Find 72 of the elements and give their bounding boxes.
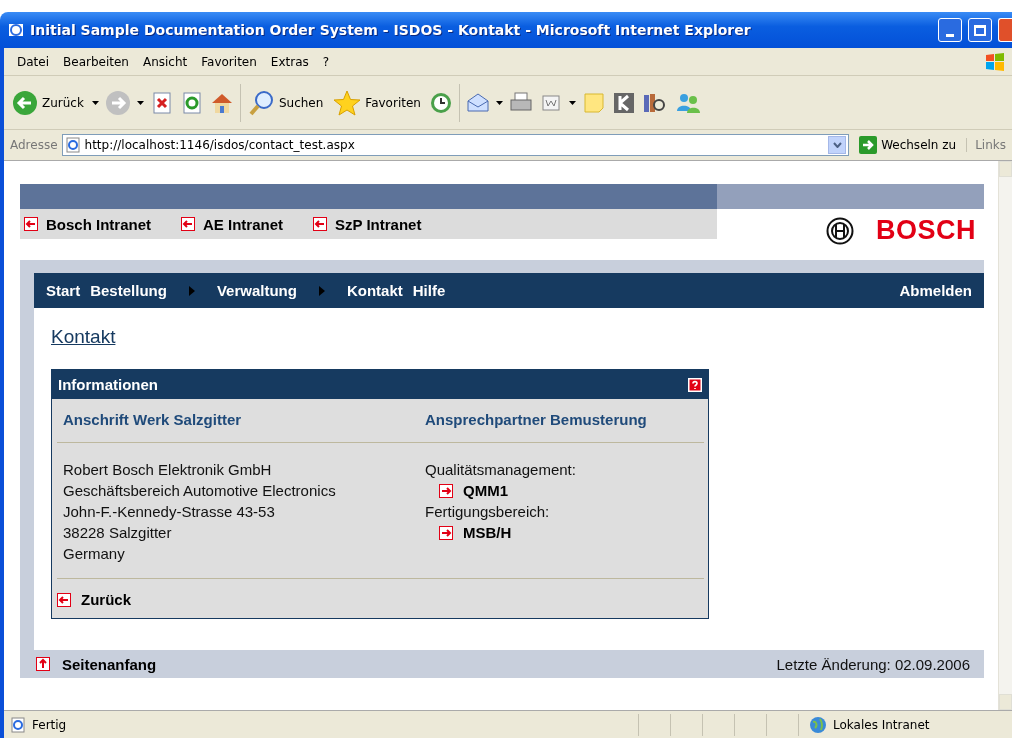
caret-icon[interactable] <box>568 100 576 105</box>
maximize-button[interactable] <box>968 18 992 42</box>
page-icon <box>64 137 81 153</box>
scrollbar[interactable] <box>998 161 1012 710</box>
contact-link[interactable]: MSB/H <box>425 522 704 543</box>
menu-item[interactable]: Favoriten <box>194 52 264 71</box>
up-arrow-icon <box>36 657 50 671</box>
menu-item[interactable]: Datei <box>10 52 56 71</box>
intranet-link[interactable]: SzP Intranet <box>313 215 422 233</box>
triangle-icon <box>318 285 325 296</box>
menu-item[interactable]: ? <box>315 52 337 71</box>
nav-item[interactable]: Hilfe <box>412 282 446 299</box>
address-line: Geschäftsbereich Automotive Electronics <box>63 481 337 501</box>
go-button[interactable]: Wechseln zu <box>853 136 963 154</box>
search-button[interactable]: Suchen <box>246 87 326 118</box>
address-label: Adresse <box>10 138 58 152</box>
nav-item[interactable]: Kontakt <box>346 282 403 299</box>
menu-item[interactable]: Extras <box>263 52 316 71</box>
caret-icon[interactable] <box>91 100 99 105</box>
address-line: John-F.-Kennedy-Strasse 43-53 <box>63 502 276 522</box>
browser-icon <box>8 22 24 38</box>
last-change-text: Letzte Änderung: 02.09.2006 <box>776 655 970 673</box>
windows-logo-icon <box>984 51 1006 73</box>
back-arrow-icon <box>313 217 328 231</box>
back-link[interactable]: Zurück <box>52 579 708 618</box>
help-icon[interactable] <box>688 377 702 392</box>
address-line: Robert Bosch Elektronik GmbH <box>63 460 273 480</box>
forward-arrow-icon <box>439 483 453 498</box>
chevron-down-icon <box>832 142 842 148</box>
search-icon <box>248 89 275 116</box>
back-arrow-icon <box>57 592 71 607</box>
history-icon[interactable] <box>428 90 453 115</box>
brand-logo: BOSCH <box>876 215 976 246</box>
contact-label: Qualitätsmanagement: <box>425 460 577 480</box>
contact-label: Fertigungsbereich: <box>425 502 551 522</box>
window-title: Initial Sample Documentation Order System - ISDOS - Kontakt - Microsoft Internet Explorer <box>30 22 752 38</box>
bosch-armature-logo <box>826 216 854 245</box>
caret-icon[interactable] <box>136 100 144 105</box>
favorites-button[interactable]: Favoriten <box>331 87 423 118</box>
page-icon <box>10 716 26 733</box>
links-label[interactable]: Links <box>966 138 1006 152</box>
menu-item[interactable]: Bearbeiten <box>56 52 136 71</box>
nav-item[interactable]: Bestellung <box>90 282 195 299</box>
panel-title: Informationen <box>58 376 158 393</box>
dropdown-button[interactable] <box>828 136 847 154</box>
contact-link[interactable]: QMM1 <box>425 480 704 501</box>
globe-icon <box>809 715 827 734</box>
zone-text: Lokales Intranet <box>833 717 930 732</box>
minimize-button[interactable] <box>938 18 962 42</box>
forward-arrow-icon <box>439 525 453 540</box>
top-link[interactable]: Seitenanfang <box>36 655 157 673</box>
nav-item[interactable]: Start <box>46 282 81 299</box>
triangle-icon <box>188 285 195 296</box>
address-field[interactable]: http://localhost:1146/isdos/contact_test.aspx <box>61 134 850 156</box>
close-button[interactable] <box>998 18 1012 42</box>
k-icon[interactable] <box>611 90 636 115</box>
caret-icon[interactable] <box>495 100 503 105</box>
address-line: Germany <box>63 544 126 564</box>
intranet-link[interactable]: AE Intranet <box>181 215 284 233</box>
star-icon <box>333 89 362 116</box>
menu-item[interactable]: Ansicht <box>135 52 195 71</box>
address-line: 38228 Salzgitter <box>63 523 173 543</box>
back-arrow-icon <box>181 217 195 231</box>
status-text: Fertig <box>32 717 67 732</box>
column-heading: Ansprechpartner Bemusterung <box>425 410 648 430</box>
column-heading: Anschrift Werk Salzgitter <box>63 410 243 430</box>
back-arrow-icon <box>24 217 38 231</box>
intranet-link[interactable]: Bosch Intranet <box>24 215 151 233</box>
page-heading[interactable]: Kontakt <box>51 326 116 348</box>
nav-item[interactable]: Verwaltung <box>216 282 325 299</box>
back-button[interactable]: Zurück <box>10 87 86 118</box>
logout-link[interactable]: Abmelden <box>899 273 972 299</box>
